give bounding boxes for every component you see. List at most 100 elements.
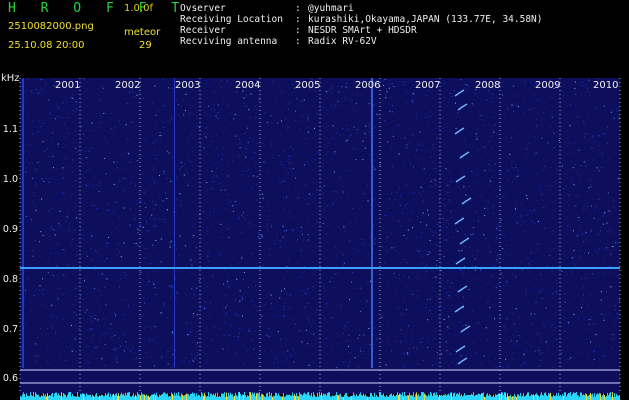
noise-dot (292, 168, 294, 170)
level-sample (72, 393, 73, 400)
noise-dot (26, 143, 28, 145)
level-sample (478, 393, 479, 400)
level-sample (283, 393, 284, 400)
noise-dot (160, 312, 162, 314)
noise-dot (611, 246, 613, 248)
noise-dot (149, 287, 151, 289)
noise-dot (178, 104, 180, 105)
level-sample (551, 396, 552, 400)
noise-dot (589, 95, 591, 97)
noise-dot (519, 192, 521, 194)
noise-dot (228, 286, 230, 288)
level-sample (425, 394, 426, 400)
noise-dot (50, 252, 51, 254)
noise-dot (502, 276, 504, 278)
noise-dot (254, 162, 256, 164)
noise-dot (224, 127, 226, 129)
noise-dot (572, 230, 574, 232)
noise-dot (29, 145, 31, 147)
noise-dot (338, 151, 340, 153)
noise-dot (280, 161, 282, 163)
noise-dot (75, 147, 77, 149)
noise-dot (213, 104, 215, 106)
level-sample (121, 392, 122, 400)
noise-dot (197, 165, 199, 167)
noise-dot (77, 151, 79, 153)
noise-dot (169, 246, 171, 248)
noise-dot (393, 129, 395, 131)
noise-dot (456, 289, 458, 291)
noise-dot (339, 175, 341, 177)
noise-dot (474, 136, 476, 138)
noise-dot (291, 84, 293, 85)
level-sample (210, 393, 211, 400)
level-sample (127, 392, 128, 400)
noise-dot (412, 293, 414, 295)
noise-dot (582, 294, 584, 296)
level-sample (391, 393, 392, 400)
level-sample (596, 394, 597, 400)
noise-dot (125, 274, 127, 276)
noise-dot (594, 259, 596, 261)
noise-dot (579, 151, 581, 153)
noise-dot (474, 301, 476, 303)
noise-dot (475, 266, 476, 268)
noise-dot (402, 351, 404, 353)
level-sample (570, 392, 571, 400)
level-sample (271, 393, 272, 400)
noise-dot (412, 92, 414, 94)
level-sample (417, 395, 418, 400)
level-sample (39, 396, 40, 400)
noise-dot (511, 351, 513, 353)
level-sample (540, 394, 541, 400)
noise-dot (439, 199, 441, 201)
noise-dot (207, 188, 209, 190)
level-sample (345, 393, 346, 400)
level-sample (594, 393, 595, 400)
noise-dot (476, 182, 478, 183)
level-sample (453, 393, 454, 400)
noise-dot (290, 168, 292, 169)
noise-dot (363, 193, 365, 195)
noise-dot (412, 227, 413, 229)
noise-dot (253, 175, 255, 177)
noise-dot (488, 164, 490, 165)
noise-dot (37, 355, 38, 357)
x-tick-label: 2001 (55, 80, 81, 91)
noise-dot (540, 170, 542, 172)
noise-dot (163, 171, 165, 172)
noise-dot (305, 143, 307, 144)
noise-dot (47, 338, 49, 340)
noise-dot (541, 288, 543, 290)
noise-dot (32, 120, 34, 122)
noise-dot (473, 104, 475, 106)
noise-dot (599, 145, 601, 147)
noise-dot (315, 269, 317, 271)
noise-dot (253, 157, 255, 159)
noise-dot (235, 355, 237, 357)
noise-dot (30, 310, 32, 312)
noise-dot (128, 139, 130, 141)
level-sample (438, 396, 439, 400)
noise-dot (107, 203, 108, 205)
level-sample (298, 396, 299, 400)
noise-dot (71, 324, 72, 326)
noise-dot (88, 151, 90, 153)
noise-dot (280, 338, 282, 340)
noise-dot (176, 301, 178, 303)
noise-dot (593, 359, 595, 360)
noise-dot (488, 141, 490, 142)
noise-dot (155, 114, 157, 116)
noise-dot (503, 326, 505, 328)
noise-dot (226, 305, 228, 307)
noise-dot (195, 259, 197, 261)
noise-dot (472, 146, 474, 148)
level-sample (140, 395, 141, 400)
noise-dot (69, 230, 71, 232)
noise-dot (71, 171, 73, 173)
noise-dot (302, 115, 304, 117)
level-sample (42, 396, 43, 400)
noise-dot (521, 224, 523, 226)
noise-dot (114, 334, 116, 336)
noise-dot (118, 338, 120, 339)
